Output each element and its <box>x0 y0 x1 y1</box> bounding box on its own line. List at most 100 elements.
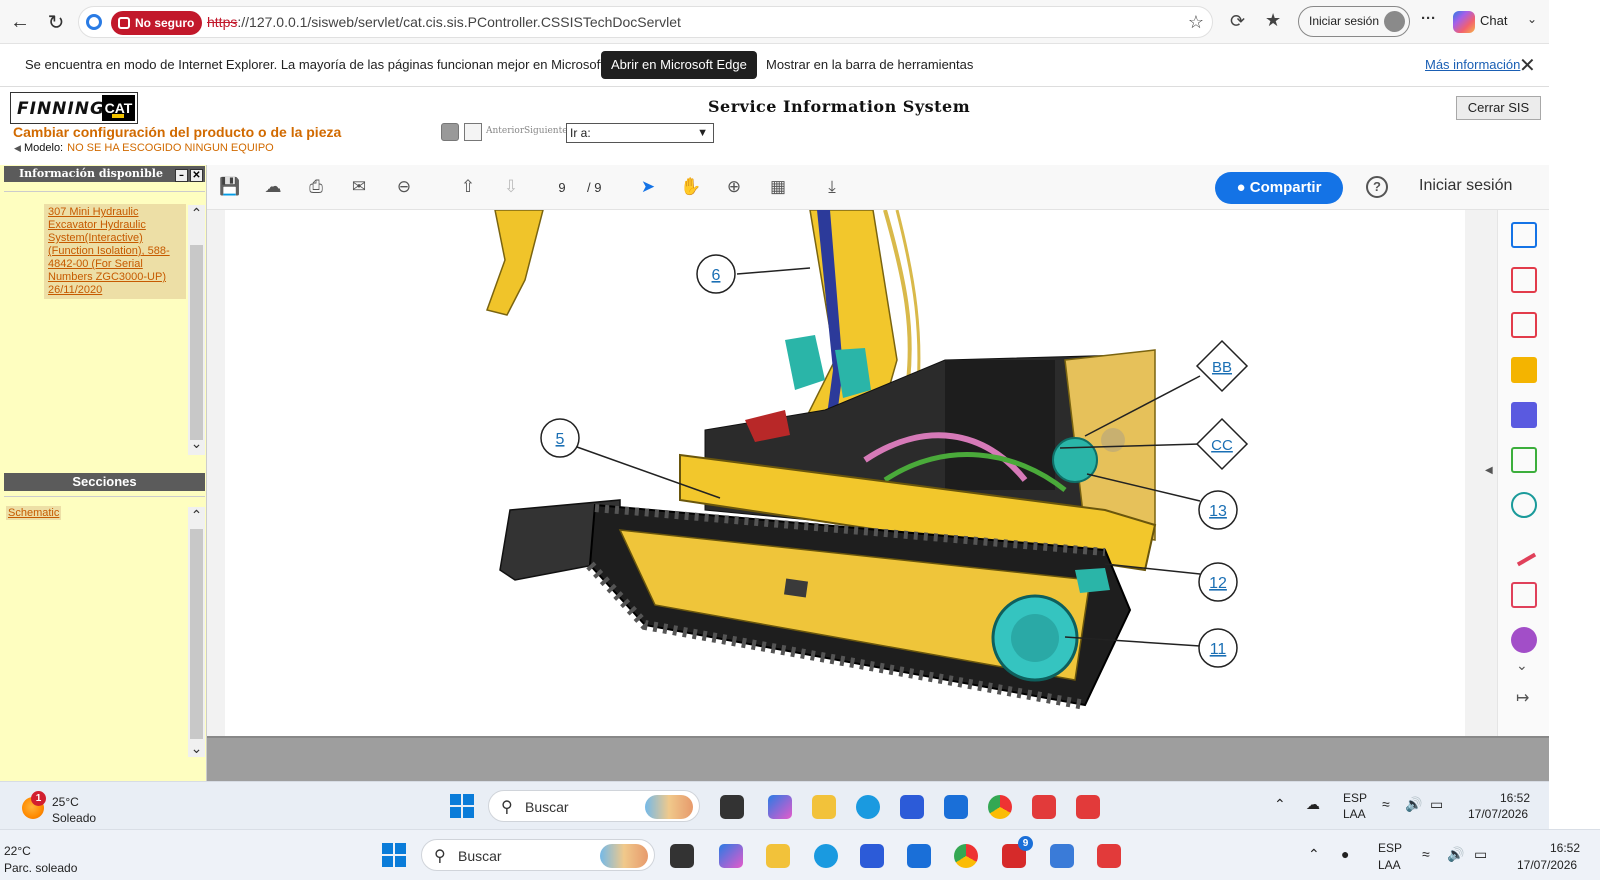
input-language[interactable]: ESP <box>1343 791 1367 805</box>
close-icon[interactable]: ✕ <box>190 169 203 182</box>
close-icon[interactable]: ✕ <box>1519 53 1536 78</box>
edit-pdf-icon[interactable] <box>1511 582 1537 608</box>
address-bar[interactable]: No seguro https://127.0.0.1/sisweb/servl… <box>78 6 1213 38</box>
callout-12[interactable]: 12 <box>1209 575 1227 592</box>
file-explorer-icon[interactable] <box>766 844 790 868</box>
organize-pages-icon[interactable] <box>1511 267 1537 293</box>
taskbar-search[interactable]: ⚲ Buscar <box>421 839 655 871</box>
notepad-icon[interactable] <box>1050 844 1074 868</box>
comment-icon[interactable] <box>1511 357 1537 383</box>
combine-files-icon[interactable] <box>1511 402 1537 428</box>
compress-pdf-icon[interactable] <box>1511 447 1537 473</box>
pdf-signin-link[interactable]: Iniciar sesión <box>1419 177 1512 195</box>
wifi-icon[interactable]: ≈ <box>1422 846 1430 862</box>
battery-icon[interactable]: ▭ <box>1474 846 1487 863</box>
store-icon[interactable] <box>860 844 884 868</box>
app-icon[interactable] <box>1032 795 1056 819</box>
document-link[interactable]: 307 Mini Hydraulic Excavator Hydraulic S… <box>44 204 186 299</box>
select-cursor-icon[interactable]: ➤ <box>637 176 659 198</box>
goto-select[interactable]: Ir a: ▼ <box>566 123 714 143</box>
not-secure-badge[interactable]: No seguro <box>111 11 203 35</box>
callout-11[interactable]: 11 <box>1210 641 1227 658</box>
outlook-icon[interactable] <box>944 795 968 819</box>
collapse-right-icon[interactable]: ◀ <box>1485 465 1493 476</box>
export-pdf-icon[interactable] <box>1511 312 1537 338</box>
more-info-link[interactable]: Más información <box>1425 57 1520 72</box>
print-icon[interactable]: ⎙ <box>305 176 327 198</box>
copilot-chat-button[interactable]: Chat <box>1453 8 1507 34</box>
start-icon[interactable] <box>382 843 406 867</box>
taskbar-search[interactable]: ⚲ Buscar <box>488 790 700 822</box>
volume-icon[interactable]: 🔊 <box>1405 796 1422 813</box>
callout-13[interactable]: 13 <box>1209 503 1227 520</box>
callout-cc[interactable]: CC <box>1211 437 1233 454</box>
request-signature-icon[interactable] <box>1511 627 1537 653</box>
m365-icon[interactable] <box>719 844 743 868</box>
previous-page-icon[interactable]: ⇧ <box>457 176 479 198</box>
fill-sign-icon[interactable] <box>1505 533 1537 567</box>
change-config-link[interactable]: Cambiar configuración del producto o de … <box>13 124 341 140</box>
wifi-icon[interactable]: ≈ <box>1382 796 1390 812</box>
chevron-up-icon[interactable]: ⌃ <box>189 507 204 524</box>
document-icon[interactable] <box>464 123 482 141</box>
battery-icon[interactable]: ▭ <box>1430 796 1443 813</box>
edge-icon[interactable] <box>814 844 838 868</box>
chevron-down-icon[interactable]: ⌄ <box>1527 12 1537 26</box>
help-icon[interactable]: ? <box>1366 176 1388 198</box>
create-pdf-icon[interactable] <box>1511 222 1537 248</box>
store-icon[interactable] <box>900 795 924 819</box>
sync-icon[interactable]: ⟳ <box>1230 11 1245 32</box>
chevron-up-icon[interactable]: ⌃ <box>1274 796 1286 813</box>
open-in-edge-button[interactable]: Abrir en Microsoft Edge <box>601 51 757 79</box>
chevron-up-icon[interactable]: ⌃ <box>189 205 204 222</box>
chrome-icon[interactable] <box>954 844 978 868</box>
mail-icon[interactable]: ✉ <box>348 176 370 198</box>
m365-icon[interactable] <box>768 795 792 819</box>
show-in-toolbar-button[interactable]: Mostrar en la barra de herramientas <box>766 57 973 72</box>
outlook-icon[interactable] <box>907 844 931 868</box>
share-pdf-icon[interactable] <box>1511 492 1537 518</box>
clock-date[interactable]: 17/07/2026 <box>1517 858 1577 872</box>
chevron-down-icon[interactable]: ⌄ <box>189 435 204 452</box>
favorites-icon[interactable]: ★ <box>1265 10 1281 31</box>
task-view-icon[interactable] <box>720 795 744 819</box>
chrome-icon[interactable] <box>988 795 1012 819</box>
share-button[interactable]: ● Compartir <box>1215 172 1343 204</box>
file-explorer-icon[interactable] <box>812 795 836 819</box>
back-button[interactable]: ← <box>6 8 34 36</box>
input-language[interactable]: ESP <box>1378 841 1402 855</box>
camera-icon[interactable] <box>441 123 459 141</box>
callout-5[interactable]: 5 <box>556 431 565 448</box>
chevron-down-icon[interactable]: ⌄ <box>189 740 204 757</box>
scroll-thumb[interactable] <box>190 529 203 739</box>
previous-button[interactable]: Anterior <box>486 126 524 136</box>
scroll-thumb[interactable] <box>190 245 203 440</box>
zoom-out-icon[interactable]: ⊖ <box>393 176 415 198</box>
callout-bb[interactable]: BB <box>1212 359 1232 376</box>
upload-icon[interactable]: ☁ <box>262 176 284 198</box>
hand-tool-icon[interactable]: ✋ <box>680 176 702 198</box>
page-number-input[interactable]: 9 <box>547 177 577 199</box>
keyboard-layout[interactable]: LAA <box>1343 807 1366 821</box>
volume-icon[interactable]: 🔊 <box>1447 846 1464 863</box>
doc-list-scrollbar[interactable]: ⌃ ⌄ <box>188 205 205 455</box>
favorite-star-icon[interactable]: ☆ <box>1188 12 1204 33</box>
save-icon[interactable]: 💾 <box>219 176 241 198</box>
fit-page-icon[interactable]: ▦ <box>767 176 789 198</box>
close-sis-button[interactable]: Cerrar SIS <box>1456 96 1541 120</box>
refresh-button[interactable]: ↻ <box>42 8 70 36</box>
schematic-link[interactable]: Schematic <box>6 506 62 520</box>
keyboard-layout[interactable]: LAA <box>1378 858 1401 872</box>
expand-panel-icon[interactable]: ↦ <box>1516 688 1529 708</box>
task-view-icon[interactable] <box>670 844 694 868</box>
download-tool-icon[interactable]: ⤓ <box>821 176 843 198</box>
zoom-in-icon[interactable]: ⊕ <box>723 176 745 198</box>
document-page[interactable]: 6 5 BB CC 13 12 11 <box>225 210 1465 736</box>
more-menu-button[interactable]: ··· <box>1421 10 1436 27</box>
app-icon[interactable] <box>1097 844 1121 868</box>
chevron-up-icon[interactable]: ⌃ <box>1308 846 1320 863</box>
clock-time[interactable]: 16:52 <box>1550 841 1580 855</box>
clock-time[interactable]: 16:52 <box>1500 791 1530 805</box>
browser-signin-button[interactable]: Iniciar sesión <box>1298 6 1410 37</box>
edge-icon[interactable] <box>856 795 880 819</box>
